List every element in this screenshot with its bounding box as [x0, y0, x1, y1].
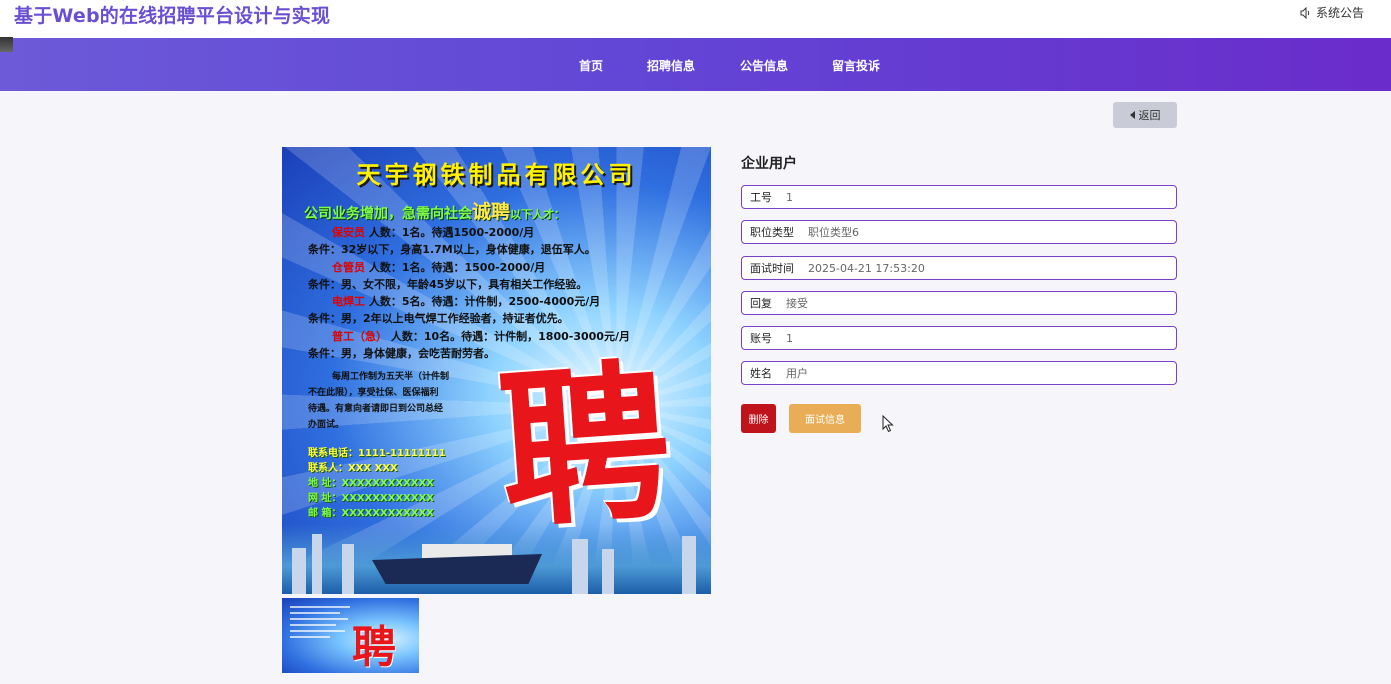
nav-complaints[interactable]: 留言投诉 — [832, 57, 880, 74]
poster-contact: 联系电话：1111-11111111 — [308, 448, 446, 459]
poster-contact: 邮 箱：XXXXXXXXXXXX — [308, 508, 435, 519]
field-label: 回复 — [750, 297, 772, 310]
field-value: 2025-04-21 17:53:20 — [808, 261, 925, 275]
thumbnail-big-char: 聘 — [352, 622, 396, 673]
poster-line: 仓管员 人数：1名。待遇：1500-2000/月 — [332, 261, 546, 274]
field-account: 账号 1 — [741, 326, 1177, 350]
notice-label: 系统公告 — [1316, 6, 1365, 20]
poster-contact: 地 址：XXXXXXXXXXXX — [308, 478, 435, 489]
nav-recruitment[interactable]: 招聘信息 — [647, 57, 695, 74]
nav-home[interactable]: 首页 — [579, 57, 603, 74]
poster-company: 天宇钢铁制品有限公司 — [356, 160, 637, 189]
delete-button[interactable]: 删除 — [741, 404, 776, 433]
avatar[interactable] — [0, 37, 13, 52]
system-notice-link[interactable]: 系统公告 — [1300, 4, 1364, 21]
field-label: 账号 — [750, 332, 772, 345]
field-label: 姓名 — [750, 367, 772, 380]
speaker-icon — [1300, 6, 1312, 19]
field-name: 姓名 用户 — [741, 361, 1177, 385]
poster-benefit: 不在此限），享受社保、医保福利 — [308, 388, 439, 398]
field-reply: 回复 接受 — [741, 291, 1177, 315]
site-title: 基于Web的在线招聘平台设计与实现 — [14, 5, 331, 27]
poster-line: 条件：男、女不限，年龄45岁以下，具有相关工作经验。 — [308, 278, 588, 291]
field-label: 工号 — [750, 191, 772, 204]
poster-line: 条件：男，身体健康，会吃苦耐劳者。 — [308, 347, 495, 360]
field-job-type: 职位类型 职位类型6 — [741, 220, 1177, 244]
field-value: 1 — [786, 190, 793, 204]
main-navbar: 首页 招聘信息 公告信息 留言投诉 — [0, 38, 1391, 91]
poster-benefit: 待遇。有意向者请即日到公司总经 — [308, 404, 444, 414]
caret-left-icon — [1129, 111, 1135, 119]
back-button[interactable]: 返回 — [1113, 102, 1177, 128]
poster-line: 普工（急） 人数：10名。待遇：计件制，1800-3000元/月 — [332, 330, 630, 343]
poster-line: 保安员 人数：1名。待遇1500-2000/月 — [332, 226, 535, 239]
back-label: 返回 — [1138, 109, 1161, 122]
field-employee-id: 工号 1 — [741, 185, 1177, 209]
poster-line: 条件：男，2年以上电气焊工作经验者，持证者优先。 — [308, 312, 569, 325]
poster-line: 电焊工 人数：5名。待遇：计件制，2500-4000元/月 — [332, 295, 601, 308]
field-value: 用户 — [786, 367, 808, 380]
field-value: 1 — [786, 331, 793, 345]
poster-contact: 网 址：XXXXXXXXXXXX — [308, 493, 435, 504]
poster-big-char: 聘 — [493, 341, 677, 553]
section-title: 企业用户 — [741, 156, 797, 172]
field-interview-time: 面试时间 2025-04-21 17:53:20 — [741, 256, 1177, 280]
field-label: 面试时间 — [750, 262, 794, 275]
nav-announcements[interactable]: 公告信息 — [740, 57, 788, 74]
poster-thumbnail[interactable]: 聘 — [282, 598, 419, 673]
poster-subtitle: 公司业务增加，急需向社会诚聘以下人才： — [304, 201, 566, 223]
top-bar: 基于Web的在线招聘平台设计与实现 系统公告 — [0, 0, 1391, 38]
field-value: 职位类型6 — [808, 226, 859, 239]
poster-contact: 联系人：XXX XXX — [308, 463, 398, 474]
mouse-cursor-icon — [882, 414, 894, 437]
job-poster-image: 天宇钢铁制品有限公司 公司业务增加，急需向社会诚聘以下人才： 保安员 人数：1名… — [282, 147, 711, 594]
poster-benefit: 每周工作制为五天半（计件制 — [332, 372, 450, 382]
field-label: 职位类型 — [750, 226, 794, 239]
poster-line: 条件：32岁以下，身高1.7M以上，身体健康，退伍军人。 — [308, 243, 596, 256]
interview-info-button[interactable]: 面试信息 — [789, 404, 861, 433]
poster-benefit: 办面试。 — [308, 420, 345, 430]
field-value: 接受 — [786, 297, 808, 310]
